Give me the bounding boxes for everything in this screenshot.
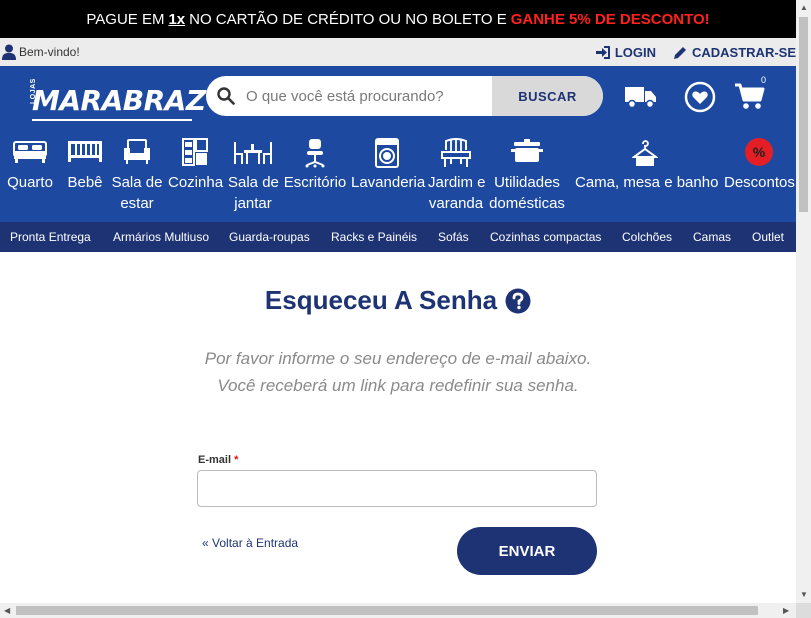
site-header: LOJAS MARABRAZ BUSCAR 0 [0, 66, 796, 130]
scroll-left-arrow-icon[interactable]: ◀ [4, 607, 10, 615]
category-menu: Quarto Bebê Sala de estar Cozinha Sala d… [0, 130, 796, 222]
category-utilidades-domesticas[interactable]: Utilidades domésticas [488, 138, 566, 214]
welcome-message: Bem-vindo! [0, 44, 80, 60]
category-label: Cama, mesa e banho [575, 174, 719, 191]
user-icon [2, 44, 16, 60]
subnav-item[interactable]: Guarda-roupas [229, 230, 310, 244]
subnav-item[interactable]: Racks e Painéis [331, 230, 417, 244]
page-title-text: Esqueceu A Senha [264, 285, 498, 315]
category-label: Sala de [111, 174, 163, 191]
promo-text-1: PAGUE EM [86, 10, 165, 28]
pot-icon [511, 139, 543, 162]
category-label: Sala de [228, 174, 279, 191]
hanger-icon [632, 140, 658, 166]
help-icon [505, 288, 531, 313]
promo-text-2: NO CARTÃO DE CRÉDITO OU NO BOLETO E [189, 10, 507, 28]
login-icon [595, 45, 610, 59]
promo-discount-text: GANHE 5% DE DESCONTO! [510, 10, 710, 28]
promo-banner: PAGUE EM 1x NO CARTÃO DE CRÉDITO OU NO B… [0, 0, 796, 38]
category-label: Jardim e [428, 174, 486, 191]
subnav-item[interactable]: Armários Multiuso [113, 230, 209, 244]
search-icon [206, 87, 246, 105]
category-label: Cozinha [168, 174, 224, 191]
register-label: CADASTRAR-SE [692, 44, 796, 60]
category-label-2: varanda [428, 195, 484, 212]
wishlist-heart-icon[interactable] [684, 81, 716, 113]
category-descontos[interactable]: % Descontos [724, 138, 795, 193]
scrollbar-corner [796, 603, 811, 618]
truck-icon[interactable] [625, 85, 657, 109]
category-label: Lavanderia [351, 174, 426, 191]
scroll-down-arrow-icon[interactable]: ▼ [800, 591, 808, 599]
subnav-item[interactable]: Sofás [438, 230, 469, 244]
email-label: E-mail * [198, 454, 238, 466]
category-sala-de-jantar[interactable]: Sala de jantar [228, 138, 279, 214]
back-to-login-link[interactable]: « Voltar à Entrada [202, 536, 298, 550]
office-chair-icon [305, 139, 325, 168]
pencil-icon [674, 46, 686, 59]
category-lavanderia[interactable]: Lavanderia [351, 138, 426, 193]
cart-count-badge: 0 [761, 75, 767, 85]
page-title: Esqueceu A Senha [0, 285, 796, 316]
category-label: Quarto [7, 174, 53, 191]
email-label-text: E-mail [198, 454, 232, 466]
category-quarto[interactable]: Quarto [5, 138, 55, 193]
category-escritorio[interactable]: Escritório [283, 138, 347, 193]
submit-button[interactable]: ENVIAR [457, 527, 597, 575]
washing-machine-icon [375, 138, 399, 168]
subnav-item[interactable]: Camas [693, 230, 731, 244]
discount-icon: % [745, 138, 773, 166]
marabraz-logo[interactable]: LOJAS MARABRAZ [30, 76, 206, 121]
cart-icon[interactable] [735, 83, 765, 110]
promo-highlight: 1x [168, 10, 186, 28]
search-bar: BUSCAR [206, 76, 603, 116]
subnav-item[interactable]: Outlet [752, 230, 784, 244]
horizontal-scroll-thumb[interactable] [16, 606, 758, 615]
category-label: Descontos [724, 174, 795, 191]
category-cozinha[interactable]: Cozinha [168, 138, 224, 193]
email-field[interactable] [197, 470, 597, 507]
kitchen-cabinet-icon [182, 138, 208, 166]
category-bebe[interactable]: Bebê [63, 138, 107, 193]
category-label-2: domésticas [489, 195, 565, 212]
login-link[interactable]: LOGIN [595, 44, 656, 60]
category-label-2: jantar [234, 195, 272, 212]
subnav-item[interactable]: Cozinhas compactas [490, 230, 601, 244]
logo-underline [32, 119, 192, 121]
category-label-2: estar [120, 195, 154, 212]
required-mark: * [234, 454, 239, 466]
subcategory-nav: Pronta Entrega Armários Multiuso Guarda-… [0, 222, 796, 252]
welcome-bar: Bem-vindo! LOGIN CADASTRAR-SE [0, 38, 796, 66]
category-cama-mesa-banho[interactable]: Cama, mesa e banho [575, 138, 719, 193]
subnav-item[interactable]: Colchões [622, 230, 672, 244]
search-input[interactable] [246, 87, 492, 105]
horizontal-scrollbar[interactable]: ◀ ▶ [0, 603, 796, 618]
category-label: Utilidades [494, 174, 560, 191]
bed-icon [13, 141, 47, 163]
register-link[interactable]: CADASTRAR-SE [674, 45, 796, 60]
logo-brand-text: MARABRAZ [32, 84, 206, 117]
garden-bench-icon [441, 138, 471, 167]
login-label: LOGIN [614, 44, 656, 60]
dining-table-icon [234, 142, 272, 164]
form-description: Por favor informe o seu endereço de e-ma… [204, 349, 592, 395]
armchair-icon [124, 139, 150, 164]
crib-icon [68, 141, 102, 162]
subnav-item[interactable]: Pronta Entrega [10, 230, 91, 244]
category-jardim-e-varanda[interactable]: Jardim e varanda [428, 138, 486, 214]
vertical-scroll-thumb[interactable] [799, 17, 808, 212]
category-sala-de-estar[interactable]: Sala de estar [111, 138, 163, 214]
search-button[interactable]: BUSCAR [492, 76, 603, 116]
category-label: Bebê [67, 174, 103, 191]
category-label: Escritório [283, 174, 347, 191]
scroll-right-arrow-icon[interactable]: ▶ [783, 607, 789, 615]
scroll-up-arrow-icon[interactable]: ▲ [800, 4, 808, 12]
welcome-text: Bem-vindo! [19, 45, 80, 59]
vertical-scrollbar[interactable]: ▲ ▼ [796, 0, 811, 603]
